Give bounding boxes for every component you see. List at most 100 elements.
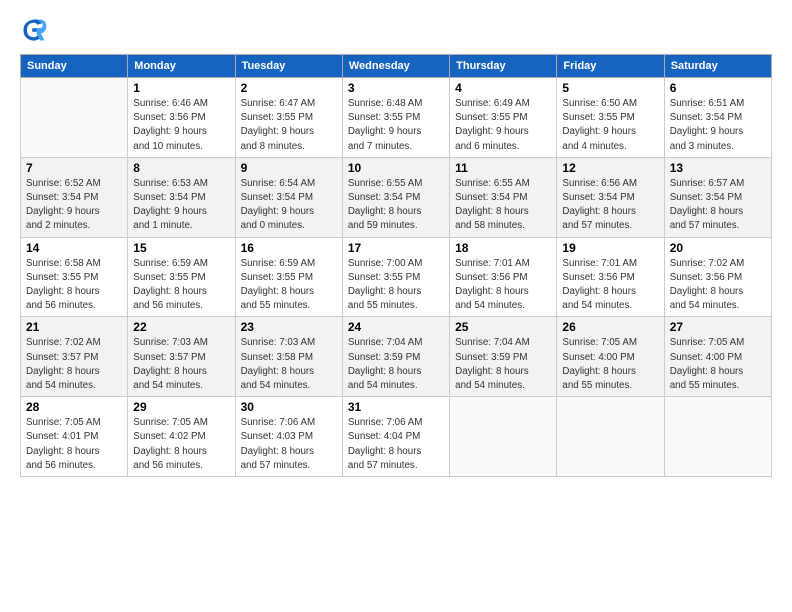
calendar-cell: 18 Sunrise: 7:01 AMSunset: 3:56 PMDayligh… xyxy=(450,237,557,317)
calendar-cell xyxy=(450,397,557,477)
day-number: 17 xyxy=(348,241,444,255)
week-row-2: 7 Sunrise: 6:52 AMSunset: 3:54 PMDaylight… xyxy=(21,157,772,237)
calendar-cell: 22 Sunrise: 7:03 AMSunset: 3:57 PMDayligh… xyxy=(128,317,235,397)
calendar-cell: 17 Sunrise: 7:00 AMSunset: 3:55 PMDayligh… xyxy=(342,237,449,317)
day-number: 11 xyxy=(455,161,551,175)
day-number: 3 xyxy=(348,81,444,95)
weekday-header-thursday: Thursday xyxy=(450,55,557,78)
day-detail: Sunrise: 7:05 AMSunset: 4:00 PMDaylight:… xyxy=(670,336,766,393)
day-number: 25 xyxy=(455,320,551,334)
day-number: 30 xyxy=(241,400,337,414)
day-detail: Sunrise: 6:50 AMSunset: 3:55 PMDaylight:… xyxy=(562,97,658,154)
day-detail: Sunrise: 7:01 AMSunset: 3:56 PMDaylight:… xyxy=(562,257,658,314)
week-row-4: 21Sunrise: 7:02 AMSunset: 3:57 PMDayligh… xyxy=(21,317,772,397)
day-number: 12 xyxy=(562,161,658,175)
day-detail: Sunrise: 6:54 AMSunset: 3:54 PMDaylight:… xyxy=(241,177,337,234)
day-number: 4 xyxy=(455,81,551,95)
calendar-cell: 15Sunrise: 6:59 AMSunset: 3:55 PMDayligh… xyxy=(128,237,235,317)
calendar-cell: 9 Sunrise: 6:54 AMSunset: 3:54 PMDaylight… xyxy=(235,157,342,237)
day-detail: Sunrise: 6:48 AMSunset: 3:55 PMDaylight:… xyxy=(348,97,444,154)
calendar-cell: 13Sunrise: 6:57 AMSunset: 3:54 PMDayligh… xyxy=(664,157,771,237)
calendar-cell: 24 Sunrise: 7:04 AMSunset: 3:59 PMDayligh… xyxy=(342,317,449,397)
day-number: 20 xyxy=(670,241,766,255)
day-number: 7 xyxy=(26,161,122,175)
weekday-header-row: SundayMondayTuesdayWednesdayThursdayFrid… xyxy=(21,55,772,78)
day-detail: Sunrise: 6:57 AMSunset: 3:54 PMDaylight:… xyxy=(670,177,766,234)
calendar-cell: 20 Sunrise: 7:02 AMSunset: 3:56 PMDayligh… xyxy=(664,237,771,317)
calendar-cell: 29 Sunrise: 7:05 AMSunset: 4:02 PMDayligh… xyxy=(128,397,235,477)
weekday-header-monday: Monday xyxy=(128,55,235,78)
weekday-header-tuesday: Tuesday xyxy=(235,55,342,78)
calendar-cell: 4 Sunrise: 6:49 AMSunset: 3:55 PMDaylight… xyxy=(450,78,557,158)
week-row-5: 28Sunrise: 7:05 AMSunset: 4:01 PMDayligh… xyxy=(21,397,772,477)
day-number: 31 xyxy=(348,400,444,414)
day-number: 9 xyxy=(241,161,337,175)
calendar-cell: 12 Sunrise: 6:56 AMSunset: 3:54 PMDayligh… xyxy=(557,157,664,237)
day-number: 21 xyxy=(26,320,122,334)
day-detail: Sunrise: 7:05 AMSunset: 4:02 PMDaylight:… xyxy=(133,416,229,473)
day-detail: Sunrise: 7:05 AMSunset: 4:01 PMDaylight:… xyxy=(26,416,122,473)
week-row-3: 14Sunrise: 6:58 AMSunset: 3:55 PMDayligh… xyxy=(21,237,772,317)
header xyxy=(20,16,772,44)
day-detail: Sunrise: 7:02 AMSunset: 3:56 PMDaylight:… xyxy=(670,257,766,314)
weekday-header-friday: Friday xyxy=(557,55,664,78)
weekday-header-saturday: Saturday xyxy=(664,55,771,78)
logo-icon xyxy=(20,16,48,44)
week-row-1: 1Sunrise: 6:46 AMSunset: 3:56 PMDaylight… xyxy=(21,78,772,158)
calendar-cell: 14Sunrise: 6:58 AMSunset: 3:55 PMDayligh… xyxy=(21,237,128,317)
day-number: 22 xyxy=(133,320,229,334)
day-detail: Sunrise: 6:52 AMSunset: 3:54 PMDaylight:… xyxy=(26,177,122,234)
calendar-cell: 7 Sunrise: 6:52 AMSunset: 3:54 PMDaylight… xyxy=(21,157,128,237)
day-number: 10 xyxy=(348,161,444,175)
day-number: 18 xyxy=(455,241,551,255)
calendar-cell: 27 Sunrise: 7:05 AMSunset: 4:00 PMDayligh… xyxy=(664,317,771,397)
day-number: 15 xyxy=(133,241,229,255)
day-detail: Sunrise: 7:01 AMSunset: 3:56 PMDaylight:… xyxy=(455,257,551,314)
day-number: 24 xyxy=(348,320,444,334)
calendar-cell: 28Sunrise: 7:05 AMSunset: 4:01 PMDayligh… xyxy=(21,397,128,477)
day-detail: Sunrise: 6:49 AMSunset: 3:55 PMDaylight:… xyxy=(455,97,551,154)
calendar-cell: 5 Sunrise: 6:50 AMSunset: 3:55 PMDaylight… xyxy=(557,78,664,158)
day-number: 16 xyxy=(241,241,337,255)
day-detail: Sunrise: 7:06 AMSunset: 4:04 PMDaylight:… xyxy=(348,416,444,473)
day-detail: Sunrise: 7:04 AMSunset: 3:59 PMDaylight:… xyxy=(348,336,444,393)
calendar-cell: 8Sunrise: 6:53 AMSunset: 3:54 PMDaylight… xyxy=(128,157,235,237)
day-detail: Sunrise: 6:47 AMSunset: 3:55 PMDaylight:… xyxy=(241,97,337,154)
calendar-cell: 21Sunrise: 7:02 AMSunset: 3:57 PMDayligh… xyxy=(21,317,128,397)
day-detail: Sunrise: 7:05 AMSunset: 4:00 PMDaylight:… xyxy=(562,336,658,393)
weekday-header-wednesday: Wednesday xyxy=(342,55,449,78)
day-number: 26 xyxy=(562,320,658,334)
weekday-header-sunday: Sunday xyxy=(21,55,128,78)
day-number: 14 xyxy=(26,241,122,255)
day-detail: Sunrise: 6:53 AMSunset: 3:54 PMDaylight:… xyxy=(133,177,229,234)
calendar-cell: 19 Sunrise: 7:01 AMSunset: 3:56 PMDayligh… xyxy=(557,237,664,317)
day-detail: Sunrise: 7:03 AMSunset: 3:58 PMDaylight:… xyxy=(241,336,337,393)
calendar-table: SundayMondayTuesdayWednesdayThursdayFrid… xyxy=(20,54,772,477)
day-detail: Sunrise: 6:55 AMSunset: 3:54 PMDaylight:… xyxy=(348,177,444,234)
day-detail: Sunrise: 6:56 AMSunset: 3:54 PMDaylight:… xyxy=(562,177,658,234)
logo xyxy=(20,16,52,44)
day-detail: Sunrise: 6:59 AMSunset: 3:55 PMDaylight:… xyxy=(241,257,337,314)
day-number: 5 xyxy=(562,81,658,95)
day-detail: Sunrise: 6:55 AMSunset: 3:54 PMDaylight:… xyxy=(455,177,551,234)
calendar-cell: 16 Sunrise: 6:59 AMSunset: 3:55 PMDayligh… xyxy=(235,237,342,317)
calendar-cell: 6Sunrise: 6:51 AMSunset: 3:54 PMDaylight… xyxy=(664,78,771,158)
calendar-cell: 3 Sunrise: 6:48 AMSunset: 3:55 PMDaylight… xyxy=(342,78,449,158)
calendar-cell: 26 Sunrise: 7:05 AMSunset: 4:00 PMDayligh… xyxy=(557,317,664,397)
calendar-cell: 10 Sunrise: 6:55 AMSunset: 3:54 PMDayligh… xyxy=(342,157,449,237)
calendar-cell xyxy=(21,78,128,158)
day-number: 2 xyxy=(241,81,337,95)
day-detail: Sunrise: 7:04 AMSunset: 3:59 PMDaylight:… xyxy=(455,336,551,393)
day-detail: Sunrise: 7:00 AMSunset: 3:55 PMDaylight:… xyxy=(348,257,444,314)
calendar-cell xyxy=(664,397,771,477)
calendar-cell: 2 Sunrise: 6:47 AMSunset: 3:55 PMDaylight… xyxy=(235,78,342,158)
day-number: 27 xyxy=(670,320,766,334)
day-number: 19 xyxy=(562,241,658,255)
calendar-cell: 11 Sunrise: 6:55 AMSunset: 3:54 PMDayligh… xyxy=(450,157,557,237)
day-number: 29 xyxy=(133,400,229,414)
day-detail: Sunrise: 7:03 AMSunset: 3:57 PMDaylight:… xyxy=(133,336,229,393)
day-number: 23 xyxy=(241,320,337,334)
calendar-cell xyxy=(557,397,664,477)
calendar-cell: 25 Sunrise: 7:04 AMSunset: 3:59 PMDayligh… xyxy=(450,317,557,397)
calendar-cell: 1Sunrise: 6:46 AMSunset: 3:56 PMDaylight… xyxy=(128,78,235,158)
